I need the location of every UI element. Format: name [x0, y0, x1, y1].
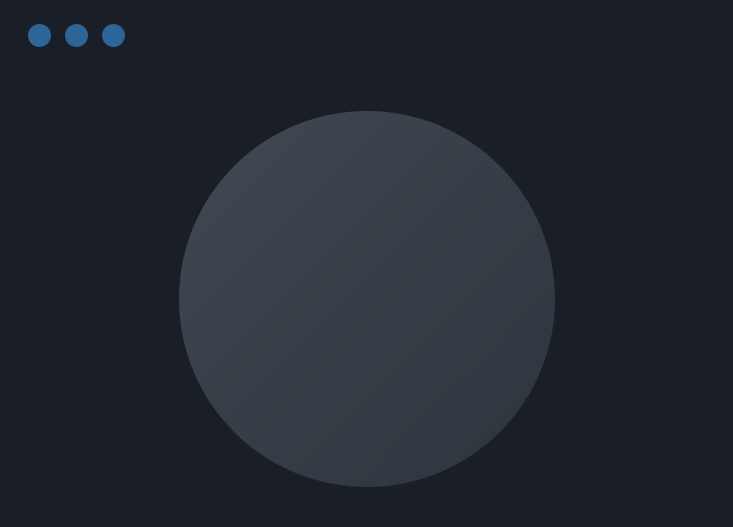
window-dot-1[interactable]: [28, 24, 51, 47]
center-circle-icon: [179, 111, 555, 487]
window-controls: [28, 24, 125, 47]
window-dot-3[interactable]: [102, 24, 125, 47]
window-dot-2[interactable]: [65, 24, 88, 47]
app-window: [0, 0, 733, 527]
